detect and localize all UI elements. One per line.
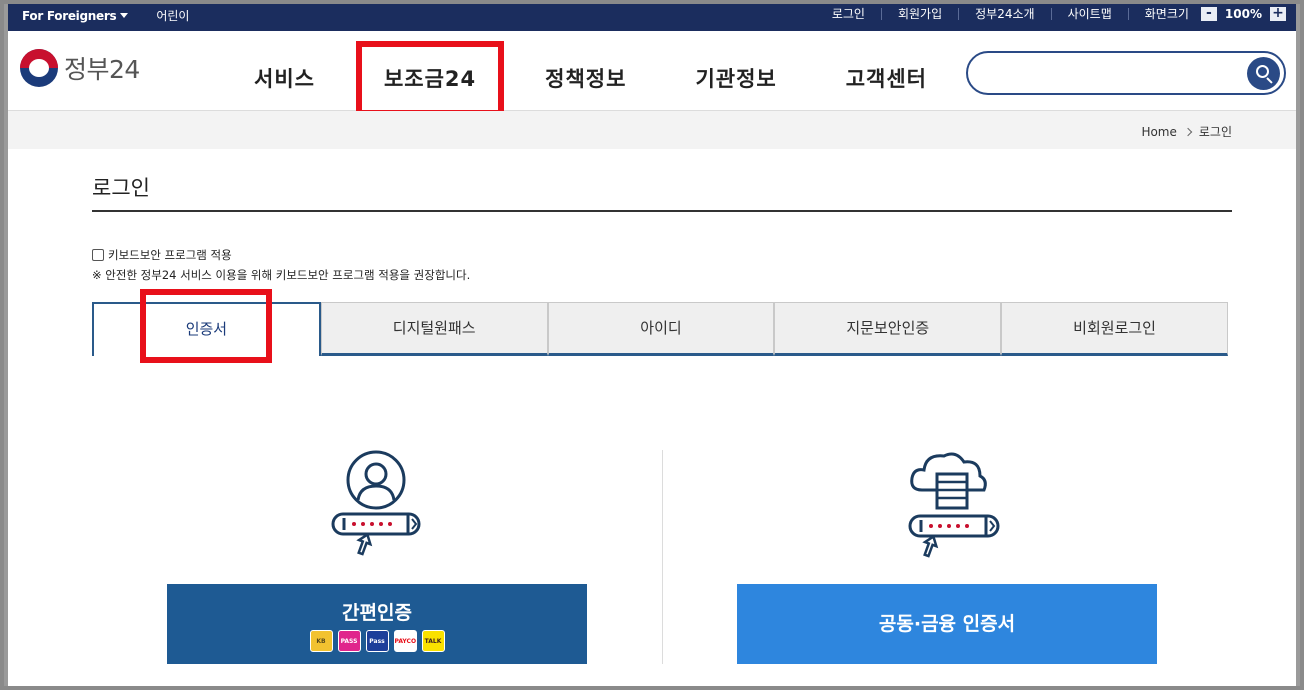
- zoom-value: 100%: [1224, 7, 1262, 21]
- cloud-server-password-icon: [900, 448, 1004, 564]
- nav-policy-info[interactable]: 정책정보: [545, 63, 626, 93]
- search-button[interactable]: [1247, 57, 1280, 90]
- about-link[interactable]: 정부24소개: [959, 8, 1052, 20]
- simple-auth-label: 간편인증: [342, 602, 412, 624]
- sitemap-link[interactable]: 사이트맵: [1052, 8, 1129, 20]
- zoom-in-button[interactable]: +: [1270, 6, 1286, 21]
- keyboard-security-option[interactable]: 키보드보안 프로그램 적용: [92, 247, 232, 263]
- payco-logo-icon: PAYCO: [393, 630, 417, 652]
- keyboard-security-label: 키보드보안 프로그램 적용: [108, 248, 232, 262]
- title-divider: [92, 210, 1232, 212]
- zoom-label: 화면크기: [1144, 7, 1189, 21]
- tab-digital-onepass[interactable]: 디지털원패스: [320, 302, 548, 356]
- search-box: [966, 51, 1286, 95]
- utility-bar: For Foreigners 어린이 로그인 회원가입 정부24소개 사이트맵 …: [8, 4, 1296, 31]
- kids-link[interactable]: 어린이: [156, 7, 189, 24]
- kb-logo-icon: KB: [309, 630, 333, 652]
- tab-id[interactable]: 아이디: [547, 302, 775, 356]
- pass-logo-icon: PASS: [337, 630, 361, 652]
- highlight-box-certificate-tab: [140, 289, 272, 363]
- simple-auth-button[interactable]: 간편인증 KB PASS Pass PAYCO TALK: [167, 584, 587, 664]
- breadcrumb-bar: Home 로그인: [8, 111, 1296, 149]
- zoom-out-button[interactable]: -: [1200, 6, 1217, 21]
- search-input[interactable]: [984, 61, 1244, 85]
- tab-guest-login[interactable]: 비회원로그인: [1001, 302, 1228, 356]
- breadcrumb-current: 로그인: [1198, 125, 1232, 139]
- chevron-right-icon: [1183, 127, 1193, 136]
- breadcrumb-home[interactable]: Home: [1141, 125, 1176, 139]
- site-logo[interactable]: 정부24: [20, 49, 140, 87]
- vertical-divider: [662, 450, 663, 664]
- logo-text: 정부24: [64, 55, 140, 84]
- taegeuk-logo-icon: [20, 49, 58, 87]
- for-foreigners-label: For Foreigners: [22, 8, 117, 23]
- samsung-pass-logo-icon: Pass: [365, 630, 389, 652]
- browser-viewport: For Foreigners 어린이 로그인 회원가입 정부24소개 사이트맵 …: [4, 4, 1300, 686]
- simple-auth-provider-logos: KB PASS Pass PAYCO TALK: [167, 630, 587, 652]
- breadcrumb: Home 로그인: [1141, 123, 1232, 140]
- nav-customer-center[interactable]: 고객센터: [846, 63, 927, 93]
- nav-services[interactable]: 서비스: [254, 63, 315, 93]
- keyboard-security-checkbox[interactable]: [92, 249, 104, 261]
- site-header: 정부24 서비스 보조금24 정책정보 기관정보 고객센터: [8, 31, 1296, 116]
- nav-agency-info[interactable]: 기관정보: [695, 63, 776, 93]
- tab-fingerprint[interactable]: 지문보안인증: [774, 302, 1002, 356]
- highlight-box-subsidy24: [356, 41, 504, 116]
- page-title: 로그인: [92, 176, 150, 200]
- user-password-icon: [328, 448, 424, 564]
- joint-financial-cert-button[interactable]: 공동·금융 인증서: [737, 584, 1157, 664]
- kakaotalk-logo-icon: TALK: [421, 630, 445, 652]
- for-foreigners-menu[interactable]: For Foreigners: [22, 8, 129, 23]
- keyboard-security-note: ※ 안전한 정부24 서비스 이용을 위해 키보드보안 프로그램 적용을 권장합…: [92, 268, 471, 282]
- signup-link[interactable]: 회원가입: [882, 8, 960, 20]
- login-link[interactable]: 로그인: [816, 8, 882, 20]
- caret-down-icon: [120, 13, 129, 18]
